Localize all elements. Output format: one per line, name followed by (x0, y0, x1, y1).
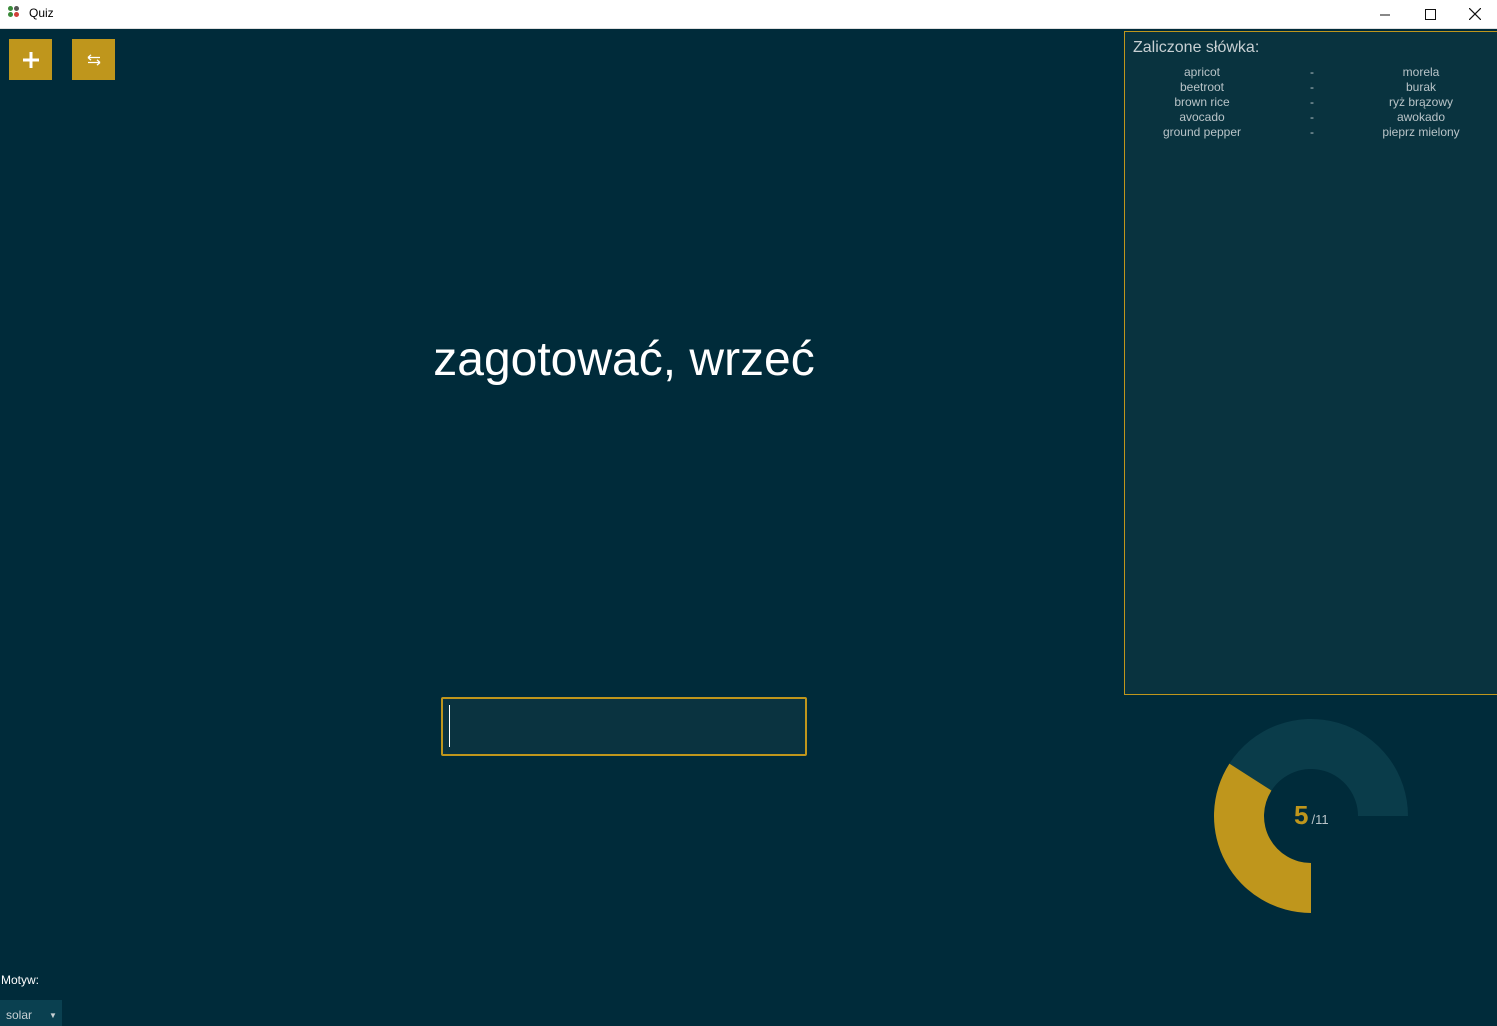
title-bar: Quiz (0, 0, 1497, 29)
app-icon (8, 6, 22, 20)
list-item: apricot - morela (1125, 65, 1497, 80)
passed-words-panel: Zaliczone słówka: apricot - morela beetr… (1124, 31, 1497, 695)
theme-select-value: solar (6, 1008, 33, 1022)
list-item: avocado - awokado (1125, 110, 1497, 125)
word-polish: ryż brązowy (1388, 95, 1453, 109)
text-caret (449, 705, 450, 747)
progress-done: 5 (1294, 800, 1309, 830)
plus-icon (22, 51, 39, 68)
word-polish: burak (1405, 80, 1437, 94)
list-item: beetroot - burak (1125, 80, 1497, 95)
minimize-button[interactable] (1362, 0, 1408, 28)
minimize-icon (1379, 14, 1390, 15)
maximize-button[interactable] (1407, 0, 1453, 28)
swap-arrows-icon (87, 53, 100, 66)
progress-fill (1214, 763, 1311, 913)
chevron-down-icon: ▼ (49, 1011, 57, 1020)
word-polish: pieprz mielony (1382, 125, 1460, 139)
progress-total: /11 (1311, 812, 1329, 827)
word-polish: awokado (1396, 110, 1446, 124)
window-title: Quiz (29, 6, 54, 20)
passed-words-title: Zaliczone słówka: (1133, 39, 1260, 56)
progress-score: 5/11 (1294, 800, 1329, 831)
list-item: brown rice - ryż brązowy (1125, 95, 1497, 110)
current-word: zagotować, wrzeć (433, 333, 815, 386)
word-polish: morela (1402, 65, 1440, 79)
close-icon (1469, 8, 1481, 20)
list-item: ground pepper - pieprz mielony (1125, 125, 1497, 140)
add-word-button[interactable] (9, 39, 52, 80)
close-button[interactable] (1452, 0, 1497, 28)
swap-direction-button[interactable] (72, 39, 115, 80)
theme-select[interactable]: solar ▼ (0, 1000, 62, 1026)
answer-input[interactable] (441, 697, 807, 756)
theme-label: Motyw: (1, 973, 40, 987)
maximize-icon (1424, 8, 1436, 20)
